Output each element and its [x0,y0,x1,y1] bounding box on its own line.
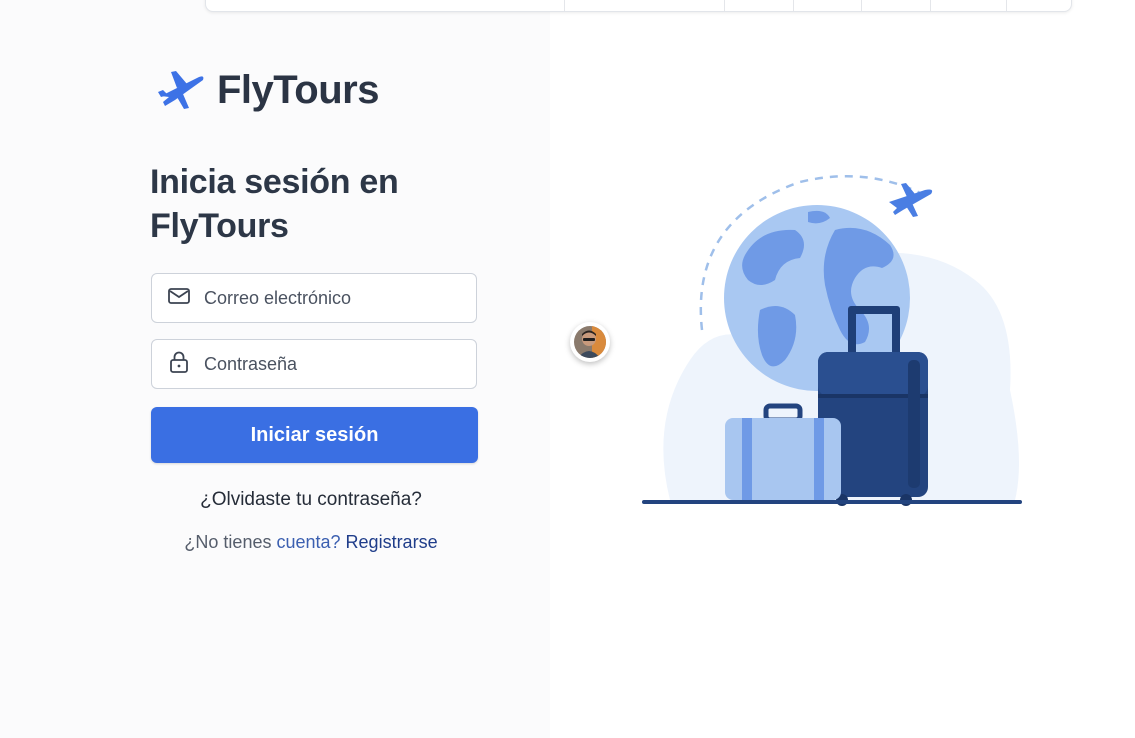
email-input[interactable] [204,287,464,309]
toolbar-cell [931,0,1008,11]
toolbar-cell [1007,0,1071,11]
avatar-photo [574,326,606,358]
ground-line [642,500,1022,504]
toolbar-cell [206,0,565,11]
password-input[interactable] [204,353,464,375]
login-button[interactable]: Iniciar sesión [151,407,478,463]
signup-prompt-text: ¿No tienes [184,532,277,552]
forgot-password-link[interactable]: ¿Olvidaste tu contraseña? [151,489,471,511]
page-title: Inicia sesión en FlyTours [150,163,399,245]
toolbar-cell [862,0,932,11]
toolbar-cell [794,0,863,11]
toolbar-cell [725,0,795,11]
signup-prompt: ¿No tienes cuenta? Registrarse [151,532,471,553]
signup-prompt-accent: cuenta? [276,532,341,552]
email-field[interactable] [151,273,477,323]
lock-icon [166,349,192,380]
signup-link[interactable]: Registrarse [346,532,438,552]
avatar[interactable] [570,322,610,362]
brand-logo: FlyTours [153,66,379,115]
brand-name: FlyTours [217,68,379,112]
toolbar-cell [565,0,726,11]
airplane-icon [153,66,207,115]
password-field[interactable] [151,339,477,389]
top-toolbar-strip [205,0,1072,12]
travel-globe-luggage-illustration [630,160,1030,520]
suitcase-small [725,403,841,500]
mail-icon [166,283,192,314]
